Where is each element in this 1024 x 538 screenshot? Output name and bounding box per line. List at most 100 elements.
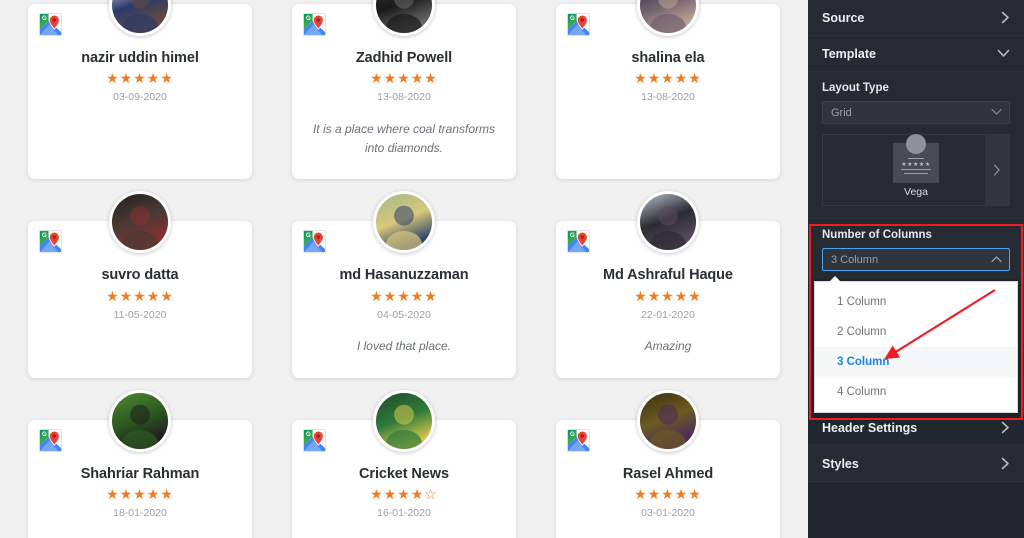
svg-text:G: G <box>42 431 47 438</box>
svg-text:G: G <box>570 15 575 22</box>
svg-text:G: G <box>306 431 311 438</box>
reviewer-avatar <box>636 389 699 452</box>
reviewer-name: md Hasanuzzaman <box>339 267 469 284</box>
google-maps-icon: G <box>302 230 326 254</box>
review-card[interactable]: G Md Ashraful Haque ★★★★★ 22-01-2020 Amazing <box>555 191 780 378</box>
review-card[interactable]: Gmd Hasanuzzaman ★★★★★ 04-05-2020 I loved t… <box>291 191 516 378</box>
chevron-up-icon <box>991 255 1002 264</box>
google-maps-icon: G <box>39 230 62 254</box>
google-maps-icon: G <box>302 428 326 452</box>
svg-text:G: G <box>42 232 47 239</box>
app-root: Gnazir uddin himel ★★★★★ 03-09-2020 G Zadhid… <box>0 0 1024 538</box>
review-rating-stars: ★★★★★ <box>370 287 438 304</box>
review-rating-stars: ★★★★★ <box>106 287 174 304</box>
svg-text:G: G <box>306 232 311 239</box>
svg-text:G: G <box>570 431 575 438</box>
dropdown-option-1-column[interactable]: 1 Column <box>815 287 1017 317</box>
sidebar-section-styles-label: Styles <box>822 456 859 471</box>
layout-type-label: Layout Type <box>822 82 889 94</box>
sidebar-lower-sections: Header Settings Styles <box>808 410 1024 482</box>
review-rating-stars: ★★★★★ <box>106 70 174 87</box>
review-rating-stars: ★★★★★ <box>634 70 702 87</box>
template-panel: Layout Type Grid ★★★★★ Vega <box>808 72 1024 219</box>
review-date: 13-08-2020 <box>641 91 695 104</box>
google-maps-icon: G <box>302 13 326 36</box>
review-text: Amazing <box>644 339 692 354</box>
reviewer-avatar <box>108 191 171 254</box>
reviewer-name: shalina ela <box>631 50 705 66</box>
dropdown-option-2-column[interactable]: 2 Column <box>815 317 1017 347</box>
review-card-wrapper: GCricket News★★★★☆16-01-2020Reputed soft… <box>272 389 536 538</box>
review-card[interactable]: Gshalina ela ★★★★★ 13-08-2020 <box>555 0 780 180</box>
reviewer-name: Shahriar Rahman <box>80 465 200 482</box>
chevron-right-icon <box>1001 11 1010 24</box>
template-thumbnail-stars: ★★★★★ <box>901 161 931 168</box>
reviewer-avatar <box>372 389 435 452</box>
reviewer-avatar <box>636 0 699 36</box>
template-next-button[interactable] <box>985 135 1009 205</box>
reviewer-avatar <box>108 0 171 36</box>
review-card-wrapper: G Md Ashraful Haque ★★★★★ 22-01-2020 Amazing <box>536 191 800 398</box>
svg-text:G: G <box>306 15 311 22</box>
reviewer-avatar <box>636 191 699 254</box>
dropdown-option-4-column[interactable]: 4 Column <box>815 377 1017 407</box>
google-maps-icon: G <box>566 428 590 452</box>
review-date: 03-09-2020 <box>113 91 167 104</box>
number-of-columns-dropdown[interactable]: 1 Column 2 Column 3 Column 4 Column <box>814 276 1018 413</box>
layout-type-select[interactable]: Grid <box>822 101 1010 124</box>
dropdown-option-3-column[interactable]: 3 Column <box>815 347 1017 377</box>
svg-text:G: G <box>42 15 47 22</box>
reviewer-avatar <box>372 0 435 36</box>
settings-sidebar: Source Template Layout Type Grid ★★★★★ V… <box>808 0 1024 538</box>
chevron-right-icon <box>1001 457 1010 470</box>
review-date: 11-05-2020 <box>113 308 167 321</box>
template-card-vega[interactable]: ★★★★★ Vega <box>893 133 939 198</box>
sidebar-section-source-label: Source <box>822 10 865 25</box>
google-maps-icon: G <box>566 230 590 254</box>
review-date: 04-05-2020 <box>377 308 431 321</box>
review-card-wrapper: Gnazir uddin himel ★★★★★ 03-09-2020 <box>8 0 272 199</box>
chevron-right-icon <box>1001 421 1010 434</box>
reviewer-name: Cricket News <box>359 465 449 482</box>
reviewer-avatar <box>372 191 435 254</box>
review-card[interactable]: Gnazir uddin himel ★★★★★ 03-09-2020 <box>28 0 252 180</box>
reviews-preview-area: Gnazir uddin himel ★★★★★ 03-09-2020 G Zadhid… <box>0 0 808 538</box>
sidebar-section-header-settings-label: Header Settings <box>822 420 918 435</box>
review-card[interactable]: GCricket News★★★★☆16-01-2020Reputed soft… <box>291 389 516 538</box>
review-card[interactable]: Gsuvro datta ★★★★★ 11-05-2020 <box>28 191 252 378</box>
sidebar-section-source[interactable]: Source <box>808 0 1024 36</box>
reviewer-name: Zadhid Powell <box>355 50 453 66</box>
review-card[interactable]: G Zadhid Powell ★★★★★ 13-08-2020 It is a pla… <box>291 0 516 180</box>
template-thumbnail-icon: ★★★★★ <box>893 133 939 183</box>
review-card-wrapper: G Zadhid Powell ★★★★★ 13-08-2020 It is a pla… <box>272 0 536 199</box>
review-rating-stars: ★★★★★ <box>634 287 702 304</box>
reviewer-name: nazir uddin himel <box>81 50 199 66</box>
google-maps-icon: G <box>39 13 62 36</box>
chevron-down-icon <box>991 108 1002 117</box>
review-card-wrapper: G Rasel Ahmed ★★★★★ 03-01-2020 <box>536 389 800 538</box>
review-card[interactable]: G Rasel Ahmed ★★★★★ 03-01-2020 <box>555 389 780 538</box>
review-card-wrapper: Gsuvro datta ★★★★★ 11-05-2020 <box>8 191 272 398</box>
number-of-columns-panel: Number of Columns 3 Column <box>808 219 1024 279</box>
google-maps-icon: G <box>566 13 590 36</box>
sidebar-section-template-label: Template <box>822 46 876 61</box>
sidebar-section-template[interactable]: Template <box>808 36 1024 72</box>
reviewer-name: Rasel Ahmed <box>622 465 714 482</box>
review-card[interactable]: G Shahriar Rahman ★★★★★ 18-01-2020 <box>28 389 252 538</box>
review-rating-stars: ★★★★☆ <box>370 486 438 503</box>
review-rating-stars: ★★★★★ <box>370 70 438 87</box>
number-of-columns-select[interactable]: 3 Column <box>822 248 1010 271</box>
review-text: It is a place where coal transforms into… <box>312 121 496 155</box>
google-maps-icon: G <box>39 428 62 452</box>
number-of-columns-label: Number of Columns <box>822 229 932 241</box>
chevron-down-icon <box>997 49 1010 58</box>
review-date: 18-01-2020 <box>113 507 167 520</box>
sidebar-section-styles[interactable]: Styles <box>808 446 1024 482</box>
reviewer-avatar <box>108 389 171 452</box>
layout-type-value: Grid <box>831 106 852 119</box>
review-date: 22-01-2020 <box>641 308 695 321</box>
number-of-columns-value: 3 Column <box>831 253 879 266</box>
dropdown-caret-icon <box>829 276 841 282</box>
template-name: Vega <box>904 185 928 198</box>
sidebar-section-header-settings[interactable]: Header Settings <box>808 410 1024 446</box>
